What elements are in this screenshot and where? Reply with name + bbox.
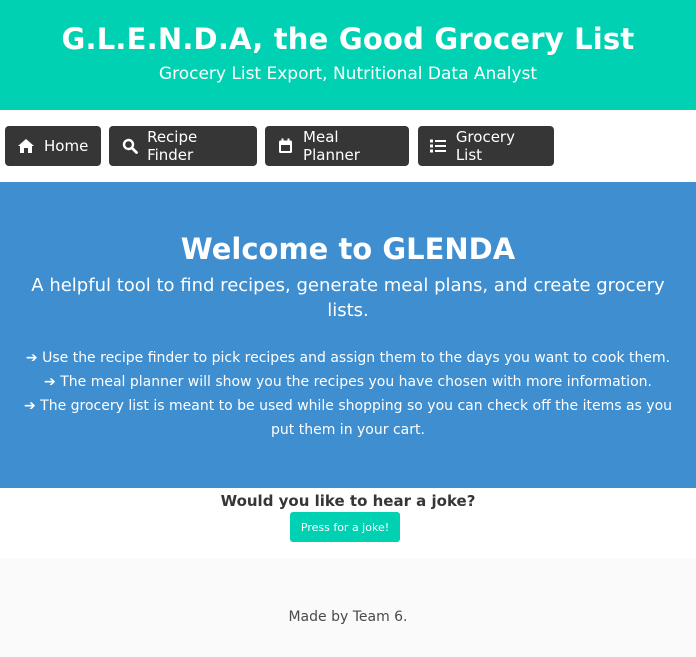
welcome-subtitle: A helpful tool to find recipes, generate… — [31, 275, 665, 321]
instruction-text: Use the recipe finder to pick recipes an… — [42, 350, 671, 366]
list-icon — [430, 137, 447, 155]
instruction-item: ➔ Use the recipe finder to pick recipes … — [12, 346, 684, 370]
instruction-text: The grocery list is meant to be used whi… — [40, 398, 673, 438]
search-icon — [121, 137, 138, 155]
instruction-item: ➔ The grocery list is meant to be used w… — [12, 394, 684, 442]
welcome-title: Welcome to GLENDA — [180, 232, 516, 266]
instructions-list: ➔ Use the recipe finder to pick recipes … — [12, 346, 684, 442]
welcome-section: Welcome to GLENDA A helpful tool to find… — [0, 182, 696, 488]
main-nav: Home Recipe Finder Meal Planner Grocery … — [0, 110, 696, 182]
nav-grocery-list-button[interactable]: Grocery List — [418, 126, 554, 166]
joke-question: Would you like to hear a joke? — [220, 492, 476, 510]
nav-meal-planner-label: Meal Planner — [303, 128, 360, 164]
nav-recipe-finder-label: Recipe Finder — [147, 128, 198, 164]
joke-section: Would you like to hear a joke? Press for… — [0, 488, 696, 558]
site-header: G.L.E.N.D.A, the Good Grocery List Groce… — [0, 0, 696, 110]
nav-home-button[interactable]: Home — [5, 126, 101, 166]
calendar-icon — [277, 137, 294, 155]
home-icon — [17, 137, 35, 155]
nav-grocery-list-label: Grocery List — [455, 128, 515, 164]
instruction-text: The meal planner will show you the recip… — [60, 374, 652, 390]
footer-credit: Made by Team 6. — [288, 609, 408, 625]
arrow-right-icon: ➔ — [23, 398, 36, 414]
site-subtitle: Grocery List Export, Nutritional Data An… — [158, 64, 538, 84]
nav-home-label: Home — [44, 137, 89, 155]
footer: Made by Team 6. — [0, 558, 696, 657]
nav-meal-planner-button[interactable]: Meal Planner — [265, 126, 409, 166]
site-title: G.L.E.N.D.A, the Good Grocery List — [61, 22, 635, 56]
joke-button[interactable]: Press for a joke! — [290, 512, 400, 542]
arrow-right-icon: ➔ — [44, 374, 56, 390]
nav-recipe-finder-button[interactable]: Recipe Finder — [109, 126, 257, 166]
arrow-right-icon: ➔ — [25, 350, 38, 366]
instruction-item: ➔ The meal planner will show you the rec… — [12, 370, 684, 394]
